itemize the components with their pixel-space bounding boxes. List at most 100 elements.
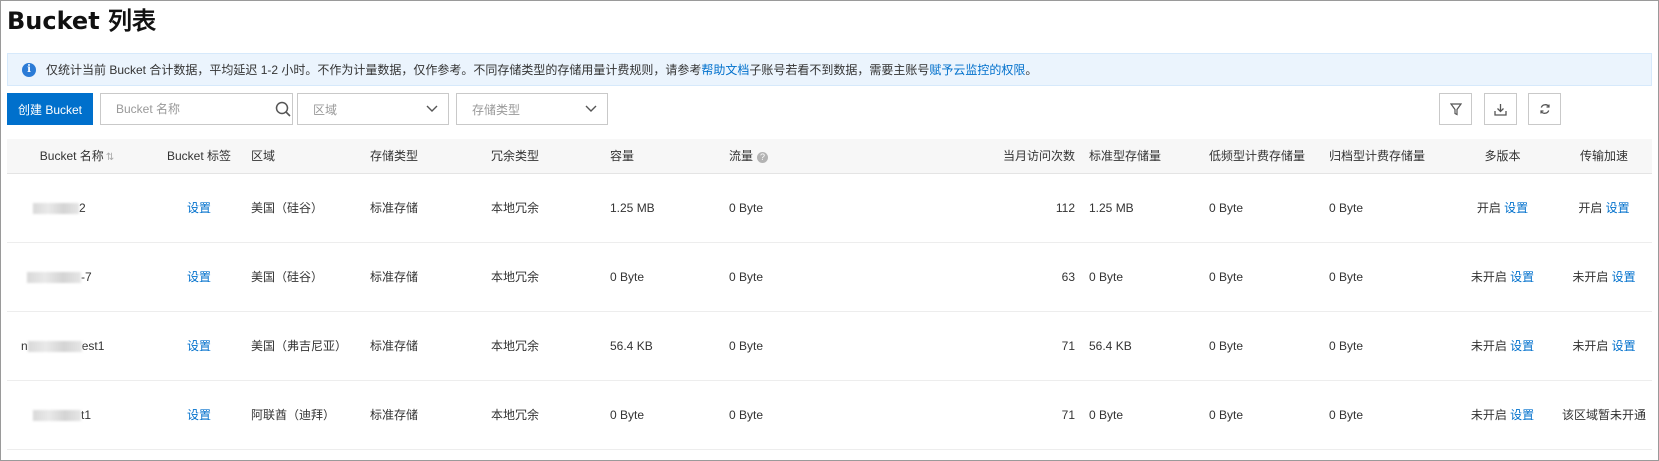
capacity: 0 Byte	[610, 269, 645, 284]
traffic: 0 Byte	[729, 407, 764, 422]
acceleration-status: 未开启	[1572, 339, 1609, 353]
archive-storage: 0 Byte	[1329, 338, 1364, 353]
versioning-status: 开启	[1476, 201, 1501, 215]
monthly-visits: 71	[1061, 338, 1075, 353]
storage-type: 标准存储	[370, 201, 419, 215]
sort-icon[interactable]: ⇅	[106, 152, 114, 163]
download-icon	[1494, 103, 1507, 116]
redacted-name	[27, 340, 82, 352]
table-row: 2 设置 美国（硅谷） 标准存储 本地冗余 1.25 MB 0 Byte 112…	[7, 173, 1652, 242]
col-ia-storage: 低频型计费存储量	[1209, 149, 1306, 164]
notice-text-end: 。	[1025, 63, 1038, 77]
refresh-icon	[1539, 104, 1550, 114]
bucket-name-cell[interactable]: n est1	[7, 311, 147, 380]
standard-storage: 56.4 KB	[1089, 338, 1132, 353]
tag-setting-link[interactable]: 设置	[187, 201, 211, 215]
search-input[interactable]	[101, 94, 273, 124]
versioning-setting-link[interactable]: 设置	[1510, 339, 1534, 353]
help-icon[interactable]: ?	[757, 151, 769, 163]
redacted-name	[33, 202, 79, 214]
bucket-name-cell[interactable]: t1	[7, 380, 147, 449]
col-monthly-visits: 当月访问次数	[1002, 149, 1075, 164]
monthly-visits: 63	[1061, 269, 1075, 284]
redundancy: 本地冗余	[491, 339, 540, 353]
table-row: -7 设置 美国（硅谷） 标准存储 本地冗余 0 Byte 0 Byte 63 …	[7, 242, 1652, 311]
refresh-button[interactable]	[1528, 93, 1561, 125]
bucket-name: t1	[81, 407, 92, 422]
tag-setting-link[interactable]: 设置	[187, 408, 211, 422]
versioning-setting-link[interactable]: 设置	[1504, 201, 1528, 215]
redundancy: 本地冗余	[491, 201, 540, 215]
archive-storage: 0 Byte	[1329, 200, 1364, 215]
col-label: Bucket 名称	[39, 149, 104, 164]
acceleration-setting-link[interactable]: 设置	[1606, 201, 1630, 215]
acceleration-unavailable: 该区域暂未开通	[1561, 408, 1646, 422]
monthly-visits: 71	[1061, 407, 1075, 422]
col-standard-storage: 标准型存储量	[1089, 149, 1162, 164]
download-button[interactable]	[1484, 93, 1517, 125]
bucket-table: Bucket 名称 ⇅ Bucket 标签 区域 存储类型 冗余类型 容量 流量?…	[7, 139, 1652, 450]
bucket-name: -7	[81, 269, 92, 284]
bucket-name: 2	[79, 200, 86, 215]
notice-text: 仅统计当前 Bucket 合计数据，平均延迟 1-2 小时。不作为计量数据，仅作…	[46, 63, 702, 77]
notice-text-middle: 子账号若看不到数据，需要主账号	[749, 63, 930, 77]
versioning-status: 未开启	[1470, 408, 1507, 422]
col-region: 区域	[251, 149, 276, 164]
acceleration-setting-link[interactable]: 设置	[1612, 339, 1636, 353]
archive-storage: 0 Byte	[1329, 269, 1364, 284]
redacted-name	[27, 271, 81, 283]
col-redundancy: 冗余类型	[491, 149, 540, 164]
monthly-visits: 112	[1055, 200, 1075, 215]
monitor-permission-link[interactable]: 赋予云监控的权限	[929, 61, 1025, 78]
tag-setting-link[interactable]: 设置	[187, 270, 211, 284]
region: 美国（硅谷）	[251, 201, 324, 215]
col-bucket-name[interactable]: Bucket 名称 ⇅	[7, 139, 147, 173]
col-versioning: 多版本	[1484, 149, 1521, 164]
versioning-setting-link[interactable]: 设置	[1510, 270, 1534, 284]
bucket-name: est1	[81, 338, 105, 353]
info-icon: i	[22, 62, 36, 77]
table-header-row: Bucket 名称 ⇅ Bucket 标签 区域 存储类型 冗余类型 容量 流量?…	[7, 139, 1652, 173]
traffic: 0 Byte	[729, 338, 764, 353]
storage-type-select-value: 存储类型	[472, 102, 521, 117]
create-bucket-button[interactable]: 创建 Bucket	[7, 93, 93, 125]
chevron-down-icon	[426, 105, 438, 112]
tag-setting-link[interactable]: 设置	[187, 339, 211, 353]
redundancy: 本地冗余	[491, 408, 540, 422]
traffic: 0 Byte	[729, 269, 764, 284]
region-select-value: 区域	[313, 102, 338, 117]
region: 阿联酋（迪拜）	[251, 408, 336, 422]
capacity: 56.4 KB	[610, 338, 653, 353]
acceleration-setting-link[interactable]: 设置	[1612, 270, 1636, 284]
col-storage-type: 存储类型	[370, 149, 419, 164]
table-row: t1 设置 阿联酋（迪拜） 标准存储 本地冗余 0 Byte 0 Byte 71…	[7, 380, 1652, 449]
filter-button[interactable]	[1439, 93, 1472, 125]
region-select[interactable]: 区域	[297, 93, 449, 125]
storage-type: 标准存储	[370, 408, 419, 422]
toolbar: 创建 Bucket 区域 存储类型	[7, 93, 1652, 125]
redundancy: 本地冗余	[491, 270, 540, 284]
versioning-setting-link[interactable]: 设置	[1510, 408, 1534, 422]
info-notice: i 仅统计当前 Bucket 合计数据，平均延迟 1-2 小时。不作为计量数据，…	[7, 53, 1652, 86]
region: 美国（硅谷）	[251, 270, 324, 284]
chevron-down-icon	[585, 105, 597, 112]
help-doc-link[interactable]: 帮助文档	[701, 61, 749, 78]
ia-storage: 0 Byte	[1209, 269, 1244, 284]
bucket-name-prefix: n	[21, 338, 28, 353]
bucket-name-cell[interactable]: 2	[7, 173, 147, 242]
capacity: 1.25 MB	[610, 200, 655, 215]
standard-storage: 0 Byte	[1089, 407, 1124, 422]
storage-type: 标准存储	[370, 339, 419, 353]
versioning-status: 未开启	[1470, 270, 1507, 284]
ia-storage: 0 Byte	[1209, 200, 1244, 215]
search-icon[interactable]	[273, 101, 292, 117]
acceleration-status: 未开启	[1572, 270, 1609, 284]
bucket-name-cell[interactable]: -7	[7, 242, 147, 311]
filter-icon	[1449, 102, 1462, 115]
standard-storage: 1.25 MB	[1089, 200, 1134, 215]
storage-type: 标准存储	[370, 270, 419, 284]
page-title: Bucket 列表	[7, 7, 157, 35]
search-box	[100, 93, 293, 125]
traffic: 0 Byte	[729, 200, 764, 215]
storage-type-select[interactable]: 存储类型	[456, 93, 608, 125]
